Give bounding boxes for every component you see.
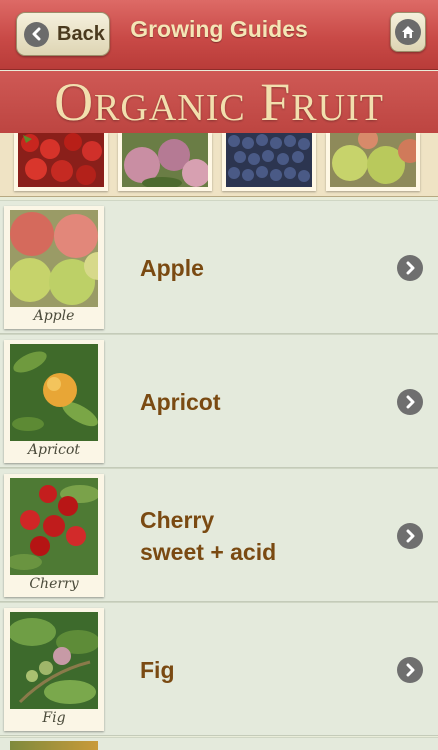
chevron-left-icon bbox=[24, 21, 49, 47]
home-button[interactable] bbox=[390, 12, 426, 52]
back-label: Back bbox=[57, 22, 105, 45]
partial-thumbnail bbox=[10, 741, 98, 750]
list-item-apple[interactable]: Apple Apple bbox=[0, 200, 438, 334]
apple-caption: Apple bbox=[33, 308, 75, 324]
fig-caption: Fig bbox=[42, 710, 66, 726]
chevron-right-icon bbox=[397, 523, 423, 549]
cherry-caption: Cherry bbox=[29, 576, 79, 592]
plums-photo bbox=[118, 133, 212, 191]
chevron-right-icon bbox=[397, 255, 423, 281]
apples-photo bbox=[326, 133, 422, 191]
home-icon bbox=[395, 19, 421, 45]
chevron-right-icon bbox=[397, 389, 423, 415]
strawberries-photo bbox=[14, 133, 108, 191]
apple-label: Apple bbox=[140, 255, 204, 281]
back-button[interactable]: Back bbox=[16, 12, 110, 56]
apricot-label: Apricot bbox=[140, 389, 221, 415]
fruit-photo-strip bbox=[0, 133, 438, 197]
list-item-label: Apple bbox=[140, 201, 204, 335]
apple-thumbnail: Apple bbox=[4, 206, 104, 329]
nav-title: Growing Guides bbox=[130, 16, 308, 42]
list-item-fig[interactable]: Fig Fig bbox=[0, 602, 438, 736]
list-item-cherry[interactable]: Cherry Cherry sweet + acid bbox=[0, 468, 438, 602]
banner-title: Organic Fruit bbox=[54, 72, 384, 132]
list-item-partial[interactable] bbox=[0, 737, 438, 750]
apricot-caption: Apricot bbox=[27, 442, 81, 458]
apricot-thumbnail: Apricot bbox=[4, 340, 104, 463]
fig-label: Fig bbox=[140, 657, 175, 683]
list-item-label: Cherry sweet + acid bbox=[140, 469, 276, 603]
list-item-label: Apricot bbox=[140, 335, 221, 469]
nav-bar: Back Growing Guides bbox=[0, 0, 438, 70]
chevron-right-icon bbox=[397, 657, 423, 683]
list-item-label: Fig bbox=[140, 603, 175, 737]
blueberries-photo bbox=[222, 133, 316, 191]
section-banner: Organic Fruit bbox=[0, 71, 438, 133]
cherry-thumbnail: Cherry bbox=[4, 474, 104, 597]
cherry-label: Cherry bbox=[140, 507, 215, 533]
fig-thumbnail: Fig bbox=[4, 608, 104, 731]
list-item-apricot[interactable]: Apricot Apricot bbox=[0, 334, 438, 468]
cherry-sublabel: sweet + acid bbox=[140, 539, 277, 565]
